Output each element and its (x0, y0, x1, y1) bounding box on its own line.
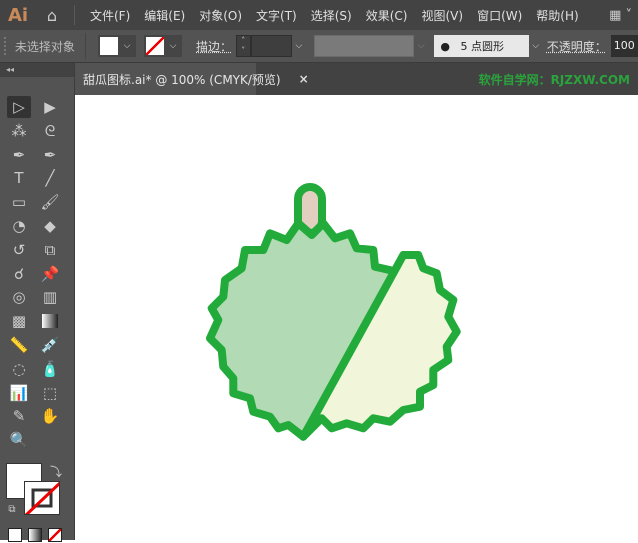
stroke-swatch-dropdown[interactable]: ⌵ (144, 35, 183, 57)
app-logo: Ai (8, 4, 29, 26)
stroke-none-swatch[interactable] (146, 37, 165, 55)
control-bar: 未选择对象 ⌵ ⌵ 描边： ˄ ˅ ⌵ ⌵ ● 5 点圆形 ⌵ 不透明度： 100 (0, 30, 638, 63)
measure-tool-icon[interactable]: 📏 (7, 334, 31, 356)
menu-help[interactable]: 帮助(H) (529, 7, 585, 24)
menu-object[interactable]: 对象(O) (192, 7, 249, 24)
watermark: 软件自学网：RJZXW.COM (478, 73, 630, 87)
puppet-warp-tool-icon[interactable]: ☌ (7, 263, 31, 285)
document-tab-bar: 甜瓜图标.ai* @ 100% (CMYK/预览) × 软件自学网：RJZXW.… (0, 63, 638, 95)
menu-edit[interactable]: 编辑(E) (137, 7, 192, 24)
opacity-input[interactable]: 100 (610, 35, 638, 57)
document-tab[interactable]: 甜瓜图标.ai* @ 100% (CMYK/预览) × (75, 63, 309, 95)
stroke-weight-input[interactable] (250, 35, 292, 57)
variable-width-profile[interactable] (314, 35, 415, 57)
melon-illustration (206, 183, 461, 441)
perspective-grid-tool-icon[interactable]: ▥ (38, 286, 62, 308)
type-tool-icon[interactable]: T (7, 167, 31, 189)
chevron-down-icon: ⌵ (123, 41, 131, 51)
stroke-color-box[interactable] (24, 481, 60, 515)
default-colors-icon[interactable]: ⧉ (0, 499, 24, 521)
collapse-icon[interactable]: ◂◂ (0, 63, 74, 77)
artboard-tool-icon[interactable]: ⬚ (38, 382, 62, 404)
brush-label: 5 点圆形 (460, 40, 505, 53)
shaper-tool-icon[interactable]: ◔ (7, 215, 31, 237)
menu-select[interactable]: 选择(S) (304, 7, 359, 24)
close-icon[interactable]: × (299, 72, 309, 86)
swap-colors-icon[interactable]: ⤵ (44, 461, 68, 483)
menu-effect[interactable]: 效果(C) (359, 7, 415, 24)
paintbrush-tool-icon[interactable]: 🖌 (38, 191, 62, 213)
eyedropper-tool-icon[interactable]: 💉 (38, 334, 62, 356)
selection-tool-icon[interactable]: ▷ (7, 96, 31, 118)
lasso-tool-icon[interactable]: ᘓ (38, 120, 62, 142)
home-icon[interactable]: ⌂ (34, 6, 70, 25)
direct-selection-tool-icon[interactable]: ▶ (38, 96, 62, 118)
mesh-tool-icon[interactable]: ▩ (7, 310, 31, 332)
menu-window[interactable]: 窗口(W) (470, 7, 529, 24)
menu-type[interactable]: 文字(T) (249, 7, 304, 24)
tools-panel: ◂◂ ▷▶⁂ᘓ✒✒T╱▭🖌◔◆↺⧉☌📌◎▥▩■📏💉◌🧴📊⬚✎✋🔍 ⤵ ⧉ (0, 63, 75, 542)
hand-tool-icon[interactable]: ✋ (38, 405, 62, 427)
selection-status: 未选择对象 (14, 39, 75, 54)
magic-wand-tool-icon[interactable]: ⁂ (7, 120, 31, 142)
curvature-tool-icon[interactable]: ✒ (38, 144, 62, 166)
eraser-tool-icon[interactable]: ◆ (38, 215, 62, 237)
fill-swatch-dropdown[interactable]: ⌵ (98, 35, 137, 57)
rectangle-tool-icon[interactable]: ▭ (7, 191, 31, 213)
pin-tool-icon[interactable]: 📌 (38, 263, 62, 285)
stroke-label[interactable]: 描边： (196, 38, 232, 55)
shape-builder-tool-icon[interactable]: ◎ (7, 286, 31, 308)
chevron-down-icon: ⌵ (417, 41, 425, 51)
chevron-down-icon: ⌵ (169, 41, 177, 51)
opacity-label[interactable]: 不透明度： (547, 38, 607, 55)
divider (74, 5, 75, 25)
blend-tool-icon[interactable]: ◌ (7, 358, 31, 380)
gradient-tool-icon[interactable]: ■ (42, 314, 58, 329)
menu-file[interactable]: 文件(F) (83, 7, 137, 24)
brush-definition-dropdown[interactable]: ● 5 点圆形 (434, 35, 529, 57)
divider (85, 33, 87, 59)
chevron-down-icon[interactable]: ⌵ (529, 41, 543, 51)
zoom-tool-icon[interactable]: 🔍 (7, 429, 31, 451)
chevron-down-icon[interactable]: ⌵ (292, 41, 306, 51)
line-segment-tool-icon[interactable]: ╱ (38, 167, 62, 189)
column-graph-tool-icon[interactable]: 📊 (7, 382, 31, 404)
rotate-tool-icon[interactable]: ↺ (7, 239, 31, 261)
stroke-weight-stepper[interactable]: ˄ ˅ (236, 35, 251, 57)
pen-tool-icon[interactable]: ✒ (7, 144, 31, 166)
menu-view[interactable]: 视图(V) (414, 7, 470, 24)
symbol-sprayer-tool-icon[interactable]: 🧴 (38, 358, 62, 380)
slice-tool-icon[interactable]: ✎ (7, 405, 31, 427)
grip-handle[interactable] (4, 37, 7, 55)
scale-tool-icon[interactable]: ⧉ (38, 239, 62, 261)
workspace-switcher-icon[interactable]: ▦ ˅ (609, 8, 638, 23)
document-tab-title: 甜瓜图标.ai* @ 100% (CMYK/预览) (83, 72, 281, 87)
fill-swatch[interactable] (100, 37, 119, 55)
artboard-canvas[interactable] (75, 95, 638, 540)
menu-bar: Ai ⌂ 文件(F) 编辑(E) 对象(O) 文字(T) 选择(S) 效果(C)… (0, 0, 638, 30)
